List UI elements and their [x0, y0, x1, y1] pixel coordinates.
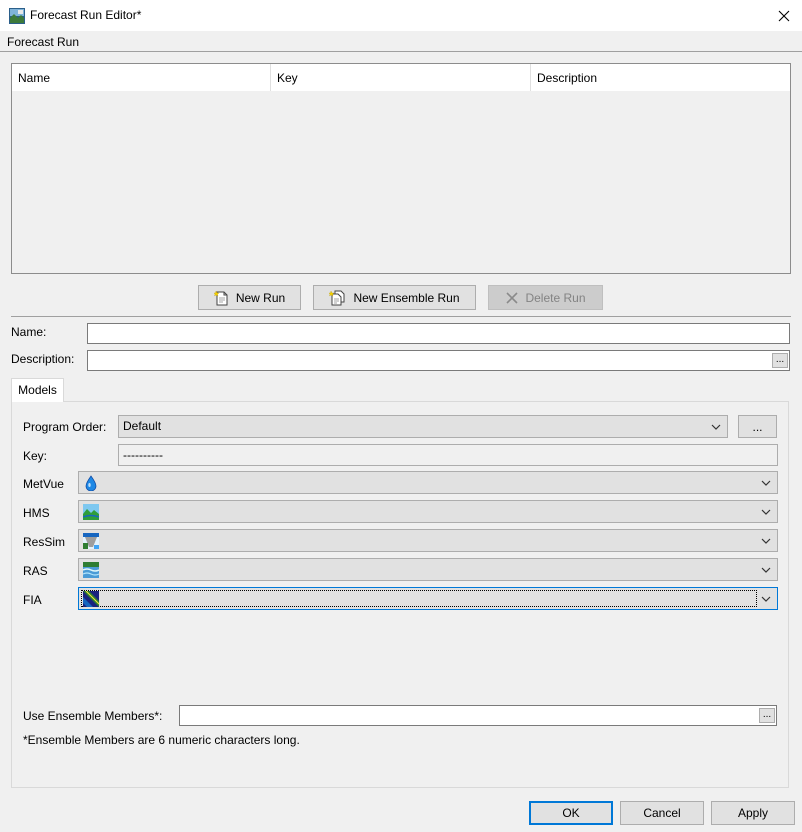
- fia-select[interactable]: [78, 587, 778, 610]
- fia-label: FIA: [23, 593, 42, 607]
- chevron-down-icon: [709, 416, 723, 437]
- ensemble-members-label: Use Ensemble Members*:: [23, 709, 163, 723]
- close-icon: [778, 10, 790, 21]
- column-header-description[interactable]: Description: [531, 64, 790, 91]
- program-order-browse-button[interactable]: ...: [738, 415, 777, 438]
- program-order-value: Default: [123, 419, 162, 433]
- name-input[interactable]: [87, 323, 790, 344]
- delete-x-icon: [506, 291, 519, 304]
- key-field: ----------: [118, 444, 778, 466]
- ras-label: RAS: [23, 564, 48, 578]
- delete-run-button[interactable]: Delete Run: [488, 285, 603, 310]
- chevron-down-icon: [759, 501, 773, 522]
- ressim-dam-icon: [83, 533, 99, 549]
- water-drop-icon: [85, 475, 97, 491]
- ressim-select[interactable]: [78, 529, 778, 552]
- tab-models[interactable]: Models: [11, 378, 64, 402]
- chevron-down-icon: [759, 472, 773, 493]
- close-button[interactable]: [766, 0, 802, 31]
- column-header-name[interactable]: Name: [12, 64, 271, 91]
- description-browse-button[interactable]: ...: [772, 353, 788, 368]
- chevron-down-icon: [759, 530, 773, 551]
- hms-label: HMS: [23, 506, 50, 520]
- hms-select[interactable]: [78, 500, 778, 523]
- new-ensemble-icon: [329, 290, 345, 305]
- new-document-icon: [213, 290, 228, 305]
- ensemble-members-browse-button[interactable]: ...: [759, 708, 775, 723]
- new-run-button[interactable]: New Run: [198, 285, 301, 310]
- metvue-select[interactable]: [78, 471, 778, 494]
- ok-button[interactable]: OK: [529, 801, 613, 825]
- section-separator: [11, 316, 791, 317]
- new-run-label: New Run: [235, 290, 286, 305]
- name-label: Name:: [11, 325, 47, 339]
- description-label: Description:: [11, 352, 75, 366]
- description-input[interactable]: [87, 350, 790, 371]
- new-ensemble-run-label: New Ensemble Run: [353, 290, 460, 305]
- new-ensemble-run-button[interactable]: New Ensemble Run: [313, 285, 476, 310]
- ressim-label: ResSim: [23, 535, 66, 549]
- menu-separator: [0, 51, 802, 52]
- delete-run-label: Delete Run: [525, 290, 586, 305]
- column-header-key[interactable]: Key: [271, 64, 531, 91]
- program-order-select[interactable]: Default: [118, 415, 728, 438]
- hms-landscape-icon: [83, 504, 99, 520]
- key-label: Key:: [23, 449, 48, 463]
- ras-river-icon: [83, 562, 99, 578]
- program-order-label: Program Order:: [23, 420, 107, 434]
- window-title: Forecast Run Editor*: [30, 8, 142, 22]
- chevron-down-icon: [759, 559, 773, 580]
- ras-select[interactable]: [78, 558, 778, 581]
- menu-forecast-run[interactable]: Forecast Run: [7, 35, 79, 49]
- cancel-button[interactable]: Cancel: [620, 801, 704, 825]
- metvue-label: MetVue: [23, 477, 64, 491]
- forecast-runs-table[interactable]: Name Key Description: [11, 63, 791, 274]
- apply-button[interactable]: Apply: [711, 801, 795, 825]
- fia-map-icon: [83, 591, 99, 607]
- chevron-down-icon: [759, 588, 773, 609]
- app-icon: [9, 8, 25, 24]
- focus-rectangle: [81, 590, 757, 607]
- table-header: Name Key Description: [12, 64, 790, 91]
- ensemble-members-note: *Ensemble Members are 6 numeric characte…: [23, 733, 300, 747]
- ensemble-members-input[interactable]: [179, 705, 777, 726]
